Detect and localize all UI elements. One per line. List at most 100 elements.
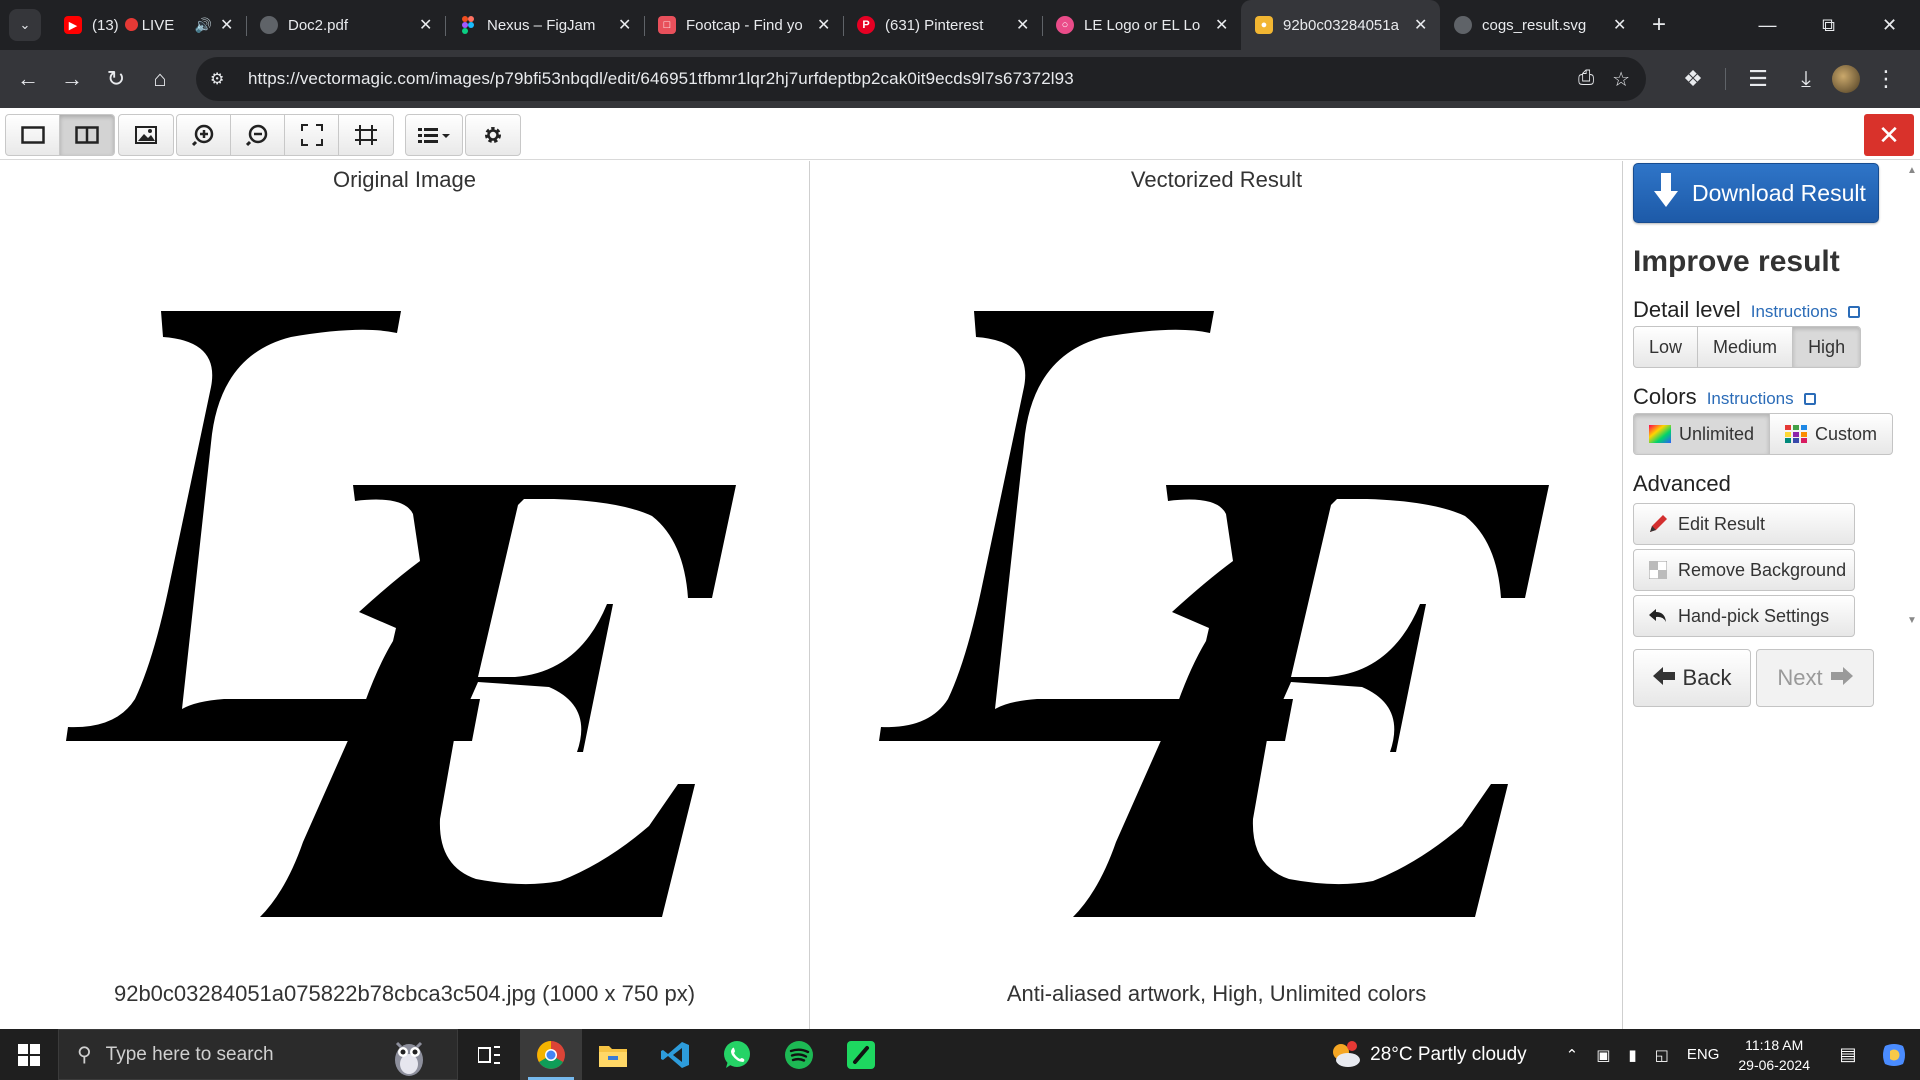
zoom-out-icon[interactable] (231, 115, 285, 155)
browser-tab[interactable]: ○ LE Logo or EL Lo ✕ (1042, 0, 1241, 50)
media-controls-icon[interactable]: ☰ (1736, 57, 1780, 101)
browser-tab[interactable]: □ Footcap - Find yo ✕ (644, 0, 843, 50)
remove-background-button[interactable]: Remove Background (1633, 549, 1855, 591)
windows-start-icon[interactable] (0, 1029, 58, 1080)
colors-toggle: Unlimited Custom (1633, 413, 1894, 455)
figma-icon (459, 16, 477, 34)
palette-grid-icon (1785, 425, 1808, 443)
close-tab-icon[interactable]: ✕ (618, 15, 632, 35)
extensions-icon[interactable]: ❖ (1671, 57, 1715, 101)
close-window-icon[interactable]: ✕ (1859, 0, 1920, 50)
close-tab-icon[interactable]: ✕ (1215, 15, 1229, 35)
home-icon[interactable]: ⌂ (138, 57, 182, 101)
close-tab-icon[interactable]: ✕ (419, 15, 433, 35)
close-tab-icon[interactable]: ✕ (1613, 15, 1627, 35)
chevron-down-icon: ⌄ (9, 9, 41, 41)
site-info-icon[interactable]: ⚙ (210, 69, 236, 89)
close-tab-icon[interactable]: ✕ (220, 15, 234, 35)
divider (1725, 68, 1726, 90)
clock-date: 29-06-2024 (1738, 1056, 1810, 1073)
browser-tab[interactable]: P (631) Pinterest ✕ (843, 0, 1042, 50)
meet-now-icon[interactable]: ▣ (1596, 1046, 1610, 1064)
spotify-icon[interactable] (768, 1029, 830, 1080)
next-button[interactable]: Next (1756, 649, 1874, 707)
chrome-taskbar-icon[interactable] (520, 1029, 582, 1080)
taskbar-search-box[interactable]: ⚲ Type here to search (58, 1029, 458, 1080)
back-button[interactable]: Back (1633, 649, 1751, 707)
detail-level-toggle: Low Medium High (1633, 326, 1862, 368)
speaker-icon[interactable]: 🔊 (195, 17, 212, 34)
taskbar-clock[interactable]: 11:18 AM 29-06-2024 (1738, 1035, 1810, 1075)
language-indicator[interactable]: ENG (1687, 1046, 1720, 1063)
install-app-icon[interactable]: ⎙ (1578, 67, 1594, 92)
detail-instructions-link[interactable]: Instructions (1751, 302, 1838, 321)
colors-custom-label: Custom (1815, 423, 1878, 444)
forward-arrow-icon[interactable]: → (50, 57, 94, 101)
single-view-icon[interactable] (6, 115, 60, 155)
minimize-icon[interactable]: — (1737, 0, 1798, 50)
gear-icon[interactable] (466, 115, 520, 155)
task-view-icon[interactable] (458, 1029, 520, 1080)
close-editor-button[interactable]: ✕ (1864, 114, 1914, 156)
file-explorer-icon[interactable] (582, 1029, 644, 1080)
fit-screen-icon[interactable] (285, 115, 339, 155)
bookmark-star-icon[interactable]: ☆ (1612, 67, 1630, 92)
download-result-button[interactable]: Download Result (1633, 163, 1879, 223)
edit-result-button[interactable]: Edit Result (1633, 503, 1855, 545)
window-controls: — ⧉ ✕ (1737, 0, 1920, 50)
search-placeholder: Type here to search (105, 1043, 274, 1065)
browser-tab[interactable]: ▶ (13) LIVE 🔊 ✕ (50, 0, 246, 50)
browser-tab-active[interactable]: ● 92b0c03284051a ✕ (1241, 0, 1440, 50)
battery-icon[interactable]: ▮ (1628, 1046, 1636, 1064)
close-tab-icon[interactable]: ✕ (1016, 15, 1030, 35)
copilot-icon[interactable] (1868, 1042, 1920, 1068)
image-icon[interactable] (119, 115, 173, 155)
youtube-icon: ▶ (64, 16, 82, 34)
split-view-icon[interactable] (60, 115, 114, 155)
tab-search-button[interactable]: ⌄ (0, 0, 50, 50)
restore-icon[interactable]: ⧉ (1798, 0, 1859, 50)
show-hidden-icons-chevron[interactable]: ⌃ (1566, 1046, 1579, 1064)
external-link-icon (1803, 393, 1816, 405)
notification-center-icon[interactable]: ▤ (1828, 1044, 1868, 1065)
new-tab-button[interactable]: + (1639, 0, 1679, 50)
back-arrow-icon[interactable]: ← (6, 57, 50, 101)
colors-unlimited-option[interactable]: Unlimited (1634, 414, 1771, 454)
close-tab-icon[interactable]: ✕ (1414, 15, 1428, 35)
settings-group (465, 114, 521, 156)
zoom-in-icon[interactable] (177, 115, 231, 155)
reload-icon[interactable]: ↻ (94, 57, 138, 101)
vscode-icon[interactable] (644, 1029, 706, 1080)
colors-unlimited-label: Unlimited (1679, 423, 1755, 444)
menu-kebab-icon[interactable]: ⋮ (1864, 57, 1908, 101)
tab-title: cogs_result.svg (1482, 16, 1587, 34)
hand-pick-settings-button[interactable]: Hand-pick Settings (1633, 595, 1855, 637)
browser-tab[interactable]: cogs_result.svg ✕ (1440, 0, 1639, 50)
list-options-icon[interactable] (406, 115, 462, 155)
actual-size-icon[interactable] (339, 115, 393, 155)
original-logo-image (66, 311, 736, 917)
profile-avatar[interactable] (1832, 65, 1860, 93)
wifi-icon[interactable]: ◱ (1655, 1046, 1669, 1064)
phone-link-icon[interactable] (830, 1029, 892, 1080)
weather-widget[interactable]: 28°C Partly cloudy (1328, 1040, 1527, 1070)
detail-medium-option[interactable]: Medium (1698, 327, 1794, 367)
pencil-icon (1648, 514, 1668, 534)
browser-tab[interactable]: Nexus – FigJam ✕ (445, 0, 644, 50)
whatsapp-icon[interactable] (706, 1029, 768, 1080)
clock-time: 11:18 AM (1745, 1036, 1804, 1053)
detail-low-option[interactable]: Low (1634, 327, 1699, 367)
globe-icon (260, 16, 278, 34)
colors-custom-option[interactable]: Custom (1770, 414, 1892, 454)
zoom-group (176, 114, 394, 156)
address-bar[interactable]: ⚙ https://vectormagic.com/images/p79bfi5… (196, 57, 1646, 101)
sidebar-scrollbar[interactable]: ▲ ▼ (1904, 161, 1920, 631)
windows-taskbar: ⚲ Type here to search 28°C Partly cloudy… (0, 1029, 1920, 1080)
download-icon[interactable]: ⤓ (1784, 57, 1828, 101)
scroll-down-arrow-icon[interactable]: ▼ (1907, 615, 1917, 626)
browser-tab[interactable]: Doc2.pdf ✕ (246, 0, 445, 50)
detail-high-option[interactable]: High (1793, 327, 1861, 367)
close-tab-icon[interactable]: ✕ (817, 15, 831, 35)
scroll-up-arrow-icon[interactable]: ▲ (1907, 165, 1917, 176)
colors-instructions-link[interactable]: Instructions (1707, 389, 1794, 408)
